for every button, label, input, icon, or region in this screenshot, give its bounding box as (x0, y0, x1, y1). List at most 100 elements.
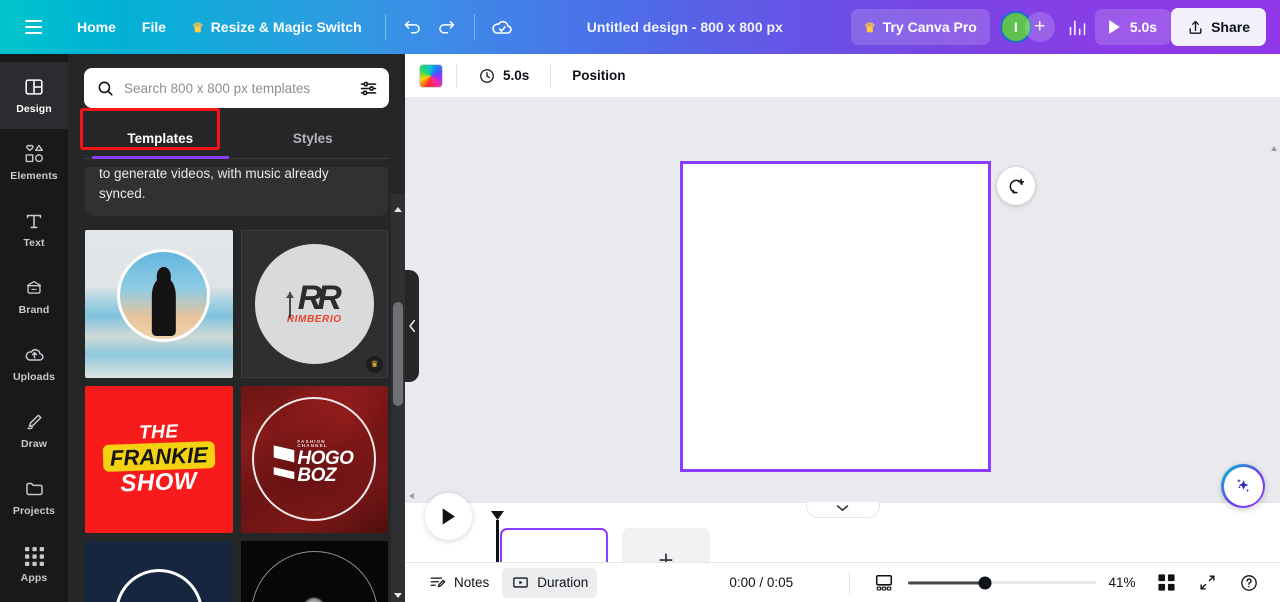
tab-styles-label: Styles (292, 131, 333, 146)
try-canva-pro-label: Try Canva Pro (882, 19, 977, 35)
upload-icon (1189, 20, 1202, 34)
canvas-horizontal-scrollbar[interactable] (405, 489, 1280, 502)
layout-icon (25, 79, 43, 95)
zoom-slider-knob[interactable] (978, 576, 992, 589)
duration-toggle-button[interactable]: Duration (502, 567, 598, 598)
promo-text: to generate videos, with music already s… (99, 167, 329, 201)
sidebar-item-uploads[interactable]: Uploads (0, 330, 68, 397)
duration-button[interactable]: 5.0s (470, 60, 537, 92)
hamburger-icon[interactable] (16, 10, 50, 44)
nav-resize-magic-switch[interactable]: ♛ Resize & Magic Switch (179, 12, 375, 42)
left-sidebar: Design Elements Text Brand Uploads Draw … (0, 54, 68, 602)
zoom-percent-label[interactable]: 41% (1100, 575, 1144, 590)
undo-icon[interactable] (396, 10, 430, 44)
mountain-arc-icon (114, 568, 203, 602)
fullscreen-button[interactable] (1189, 568, 1226, 598)
document-title[interactable]: Untitled design - 800 x 800 px (575, 13, 795, 41)
collaborators: I + (999, 11, 1055, 43)
video-frame-icon (513, 577, 529, 588)
zoom-slider[interactable] (908, 576, 1096, 590)
templates-panel: Templates Styles to generate videos, wit… (68, 54, 405, 602)
panel-scrollbar-thumb[interactable] (393, 302, 403, 406)
panel-tabs: Templates Styles (84, 120, 389, 159)
add-comment-icon (1009, 178, 1024, 193)
cloud-saved-icon[interactable] (485, 10, 519, 44)
tab-templates[interactable]: Templates (84, 120, 237, 159)
template-title-2: BOZ (297, 464, 336, 486)
sidebar-item-text[interactable]: Text (0, 196, 68, 263)
template-subtitle: RIMBERIO (286, 314, 342, 326)
collapse-panel-button[interactable] (405, 270, 419, 382)
share-label: Share (1211, 19, 1251, 35)
collapse-timeline-button[interactable] (805, 502, 880, 518)
templates-scroll-region[interactable]: to generate videos, with music already s… (68, 167, 405, 602)
sidebar-item-label: Uploads (12, 371, 56, 383)
crown-icon: ♛ (864, 19, 876, 35)
caret-left-icon[interactable] (405, 489, 418, 502)
redo-icon[interactable] (430, 10, 464, 44)
pen-icon (27, 414, 42, 430)
add-collaborator-button[interactable]: + (1024, 12, 1055, 42)
canva-editor-window: Home File ♛ Resize & Magic Switch Untitl… (0, 0, 1280, 602)
template-card-borcelle-beauty-style[interactable]: Borcelle BEAUTY & STYLE (240, 541, 388, 602)
play-button[interactable]: 5.0s (1094, 9, 1172, 45)
timeline-playhead[interactable] (491, 511, 504, 574)
nav-resize-label: Resize & Magic Switch (210, 19, 362, 35)
timecode: 0:00 / 0:05 (729, 575, 794, 590)
position-button[interactable]: Position (564, 60, 633, 92)
share-button[interactable]: Share (1171, 8, 1267, 46)
chevron-left-icon (408, 319, 415, 333)
search-icon (98, 81, 113, 96)
photo-circle-frame (117, 249, 211, 343)
notes-icon (430, 577, 446, 588)
sidebar-item-label: Apps (20, 571, 48, 584)
help-button[interactable] (1230, 568, 1268, 598)
zoom-slider-fill (908, 581, 986, 584)
panel-scrollbar[interactable] (391, 194, 405, 602)
template-card-the-frankie-show[interactable]: THE FRANKIE SHOW (85, 385, 233, 534)
logo-disc: RR RIMBERIO (254, 244, 374, 364)
h-monogram-icon (273, 445, 295, 480)
notes-label: Notes (454, 575, 490, 590)
search-input[interactable] (124, 80, 349, 96)
caret-up-icon[interactable] (391, 202, 405, 216)
caret-down-icon[interactable] (391, 588, 405, 602)
sidebar-item-label: Design (16, 103, 52, 115)
sidebar-item-apps[interactable]: Apps (0, 531, 68, 598)
sidebar-item-draw[interactable]: Draw (0, 397, 68, 464)
template-line-3: SHOW (119, 468, 198, 498)
add-comment-button[interactable] (997, 167, 1035, 205)
nav-file-label: File (141, 19, 167, 35)
nav-home[interactable]: Home (64, 12, 129, 42)
template-card-rimberio-rr-logo[interactable]: RR RIMBERIO ♛ (240, 230, 388, 378)
template-card-hogo-boz-fashion-channel[interactable]: FASHION CHANNEL HOGO BOZ (240, 385, 388, 534)
position-label: Position (572, 68, 626, 83)
canvas-scroll-area[interactable] (405, 98, 1280, 502)
sidebar-item-projects[interactable]: Projects (0, 464, 68, 531)
notes-button[interactable]: Notes (419, 568, 498, 598)
sidebar-item-brand[interactable]: Brand (0, 263, 68, 330)
search-box[interactable] (84, 68, 389, 108)
tab-styles[interactable]: Styles (237, 120, 390, 158)
nav-file[interactable]: File (129, 12, 179, 42)
template-card-thynk-unlimited-travel[interactable]: THYNK UNLIMITED TRAVEL & ADVENTURE (85, 541, 233, 602)
design-page-canvas[interactable] (680, 161, 991, 472)
flower-icon (301, 594, 328, 602)
bar-chart-icon[interactable] (1061, 10, 1095, 44)
canvas-vertical-scrollbar[interactable] (1267, 142, 1280, 502)
caret-up-icon[interactable] (1267, 142, 1280, 155)
template-card-beach-silhouette-portrait[interactable] (85, 230, 233, 378)
try-canva-pro-button[interactable]: ♛ Try Canva Pro (851, 9, 990, 45)
fit-to-screen-button[interactable] (864, 568, 904, 598)
silhouette-figure (151, 276, 177, 336)
sidebar-item-design[interactable]: Design (0, 62, 68, 129)
divider (849, 571, 850, 594)
rainbow-color-swatch[interactable] (419, 63, 443, 88)
sidebar-item-label: Text (23, 237, 45, 249)
grid-view-button[interactable] (1148, 568, 1185, 598)
promo-card[interactable]: to generate videos, with music already s… (85, 167, 388, 217)
search-area: Templates Styles (68, 54, 405, 159)
sidebar-item-elements[interactable]: Elements (0, 129, 68, 196)
fit-screen-icon (875, 574, 893, 591)
magic-assistant-button[interactable] (1221, 464, 1265, 508)
